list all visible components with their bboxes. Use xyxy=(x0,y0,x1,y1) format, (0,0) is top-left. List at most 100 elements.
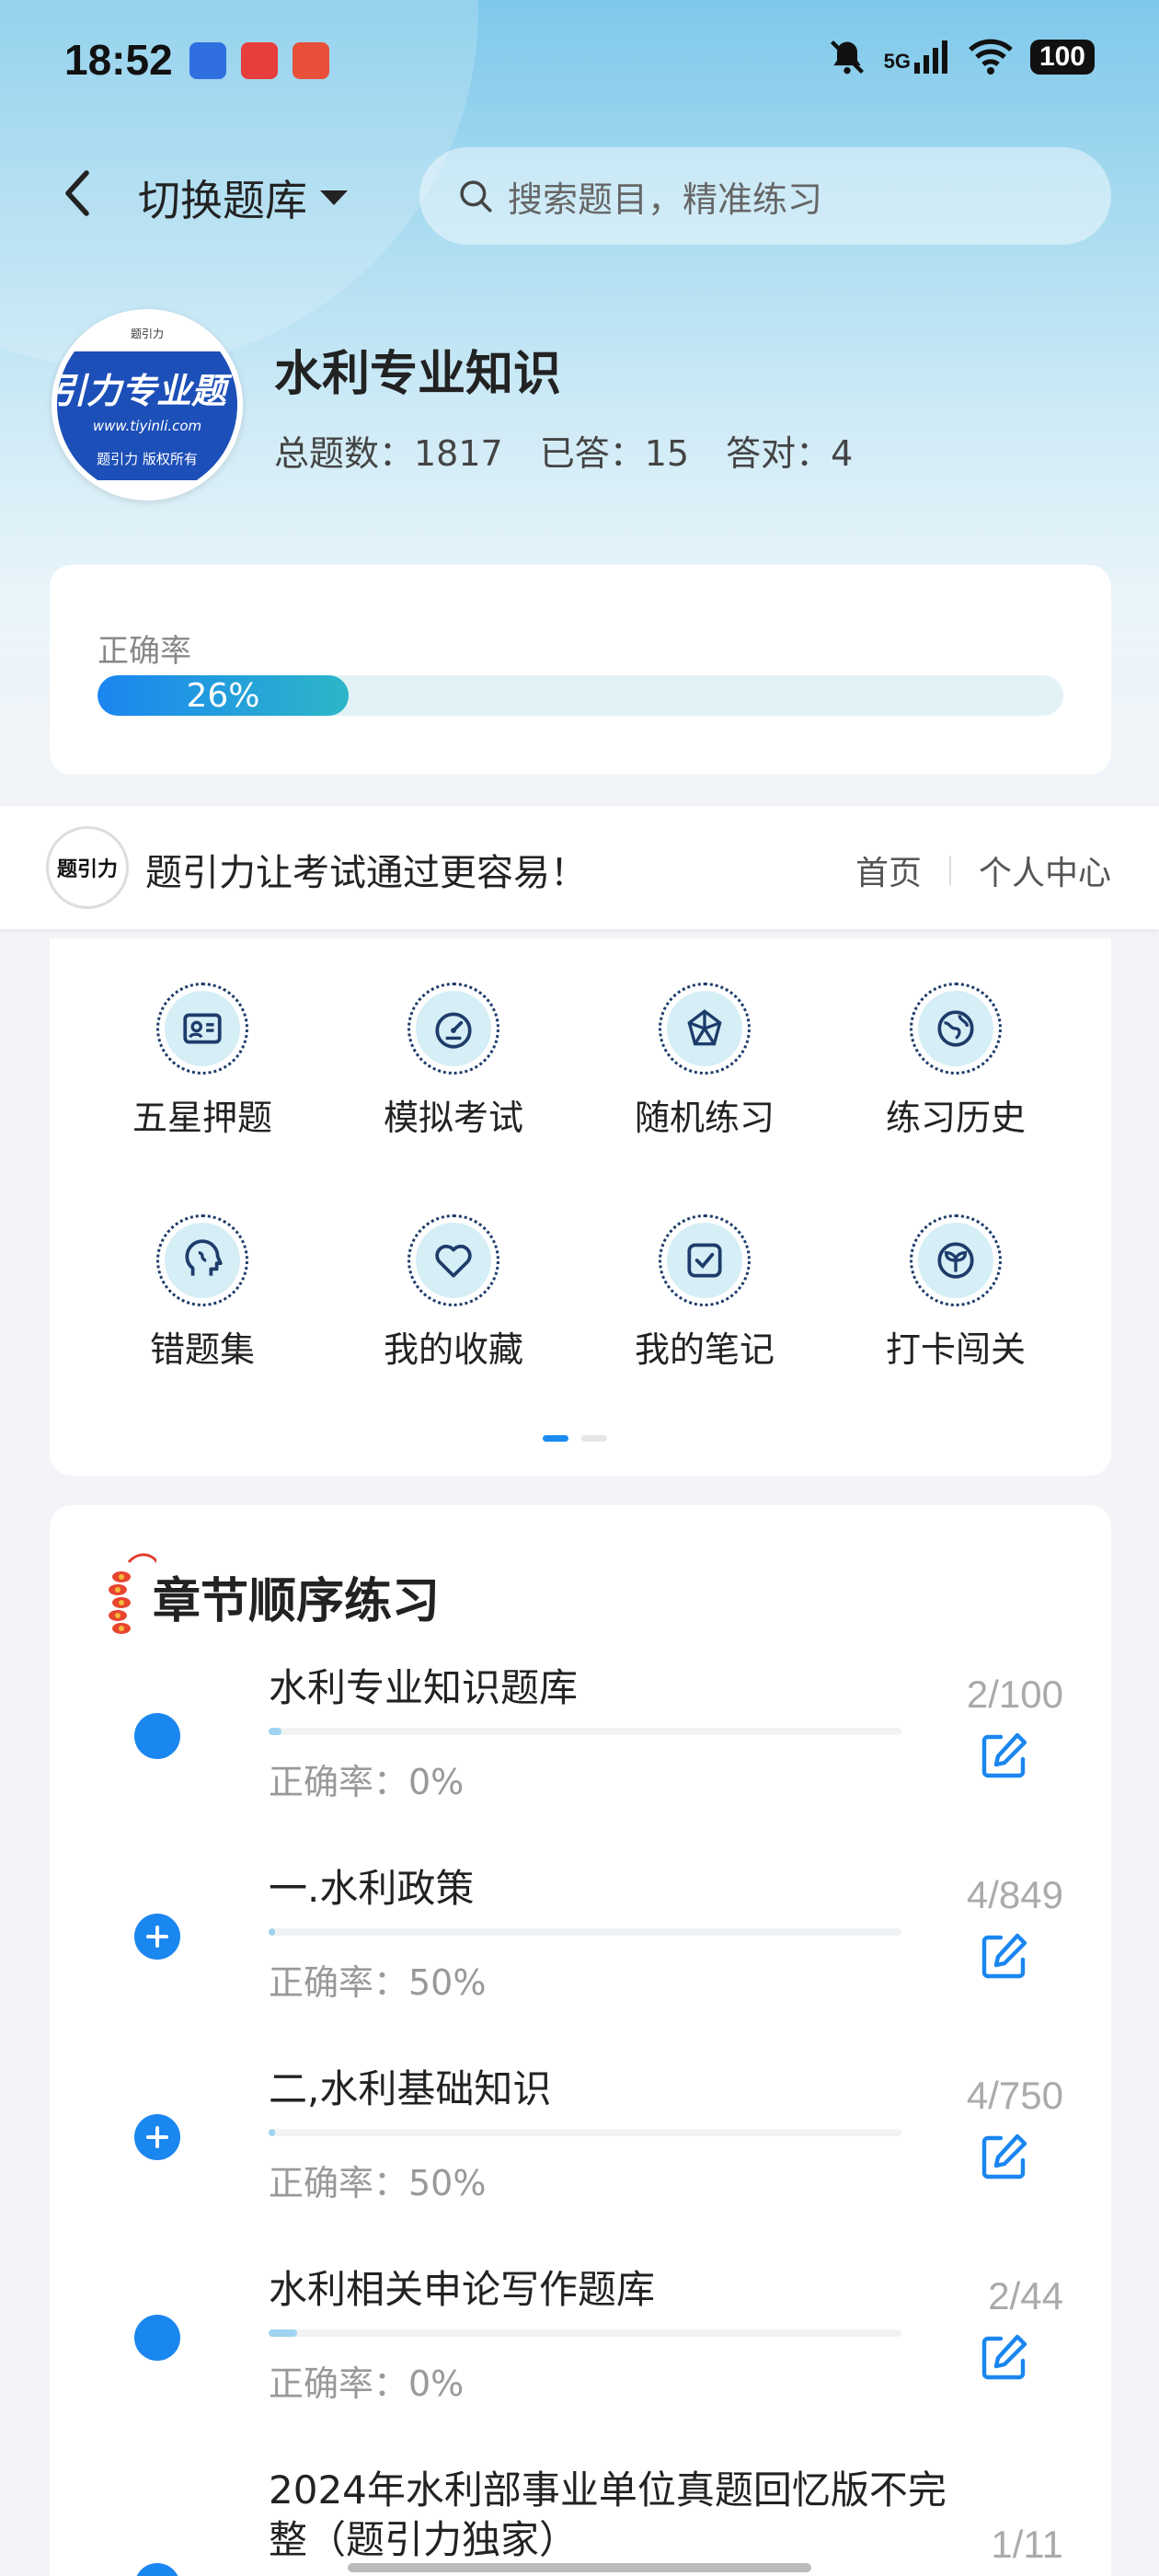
note-check-icon xyxy=(659,1214,751,1306)
grid-item-checkin[interactable]: 打卡闯关 xyxy=(864,1214,1048,1372)
chapter-progress-fill xyxy=(269,2129,275,2136)
chapter-progress-track xyxy=(269,2129,901,2136)
search-placeholder: 搜索题目，精准练习 xyxy=(508,178,823,220)
home-indicator[interactable] xyxy=(348,2563,811,2572)
back-button[interactable] xyxy=(52,166,107,221)
function-grid-card: 五星押题 模拟考试 随机练习 练习历史 错题集 我的收藏 我的笔记 打卡闯关 xyxy=(50,938,1111,1476)
chapter-count: 4/849 xyxy=(966,1873,1063,1916)
edit-icon[interactable] xyxy=(979,2331,1030,2383)
search-icon xyxy=(460,180,492,213)
wifi-icon xyxy=(969,39,1013,75)
grid-item-notes[interactable]: 我的笔记 xyxy=(613,1214,797,1372)
plus-circle-icon xyxy=(134,1914,180,1960)
accuracy-card: 正确率 26% xyxy=(50,565,1111,775)
promo-banner: 题引力 题引力让考试通过更容易！ 首页 个人中心 xyxy=(0,806,1159,929)
chapter-progress-fill xyxy=(269,1928,275,1936)
switch-bank-dropdown[interactable]: 切换题库 xyxy=(138,167,350,228)
dot-icon xyxy=(134,2563,180,2576)
chapter-practice-card: 章节顺序练习 水利专业知识题库 正确率：0% 2/100 一.水利政策 正确率：… xyxy=(50,1505,1111,2576)
page-indicator xyxy=(543,1435,607,1442)
answered-count: 已答：15 xyxy=(539,433,690,474)
chapter-count: 1/11 xyxy=(991,2523,1063,2566)
chapter-count: 2/44 xyxy=(988,2274,1063,2317)
leaf-icon xyxy=(910,1214,1002,1306)
dot-icon xyxy=(134,2315,180,2361)
accuracy-value: 26% xyxy=(186,676,260,715)
grid-item-wrong-questions[interactable]: 错题集 xyxy=(110,1214,294,1372)
chapter-name: 水利相关申论写作题库 xyxy=(269,2267,656,2312)
grid-item-history[interactable]: 练习历史 xyxy=(864,983,1048,1140)
chapter-name: 二,水利基础知识 xyxy=(269,2066,552,2111)
network-label: 5G xyxy=(884,40,951,74)
chapter-row[interactable]: 水利相关申论写作题库 正确率：0% 2/44 xyxy=(50,2265,1111,2466)
link-divider xyxy=(948,856,951,885)
grid-item-label: 五星押题 xyxy=(132,1098,272,1138)
grid-item-label: 错题集 xyxy=(149,1329,255,1370)
status-right: 5G 100 xyxy=(827,37,1095,77)
page-dot-active xyxy=(543,1435,568,1442)
chevron-left-icon xyxy=(65,170,89,216)
chapter-count: 4/750 xyxy=(966,2074,1063,2117)
chapter-count: 2/100 xyxy=(966,1673,1063,1716)
edit-icon[interactable] xyxy=(979,1730,1030,1781)
edit-icon[interactable] xyxy=(979,1930,1030,1982)
caret-down-icon xyxy=(320,190,348,205)
bank-title: 水利专业知识 xyxy=(274,347,562,402)
chapter-row[interactable]: 水利专业知识题库 正确率：0% 2/100 xyxy=(50,1663,1111,1864)
bank-stats: 总题数：1817 已答：15 答对：4 xyxy=(274,425,853,476)
grid-item-label: 打卡闯关 xyxy=(885,1329,1026,1370)
chapter-progress-fill xyxy=(269,2329,297,2337)
status-bar: 18:52 5G 100 xyxy=(0,0,1159,129)
switch-bank-label: 切换题库 xyxy=(138,176,307,225)
banner-slogan: 题引力让考试通过更容易！ xyxy=(145,852,587,894)
chapter-progress-track xyxy=(269,2329,901,2337)
chapter-name: 一.水利政策 xyxy=(269,1866,475,1911)
home-link[interactable]: 首页 xyxy=(855,846,922,894)
profile-link[interactable]: 个人中心 xyxy=(979,846,1111,894)
plus-circle-icon xyxy=(134,2114,180,2160)
accuracy-progress-track: 26% xyxy=(98,675,1063,716)
chapter-progress-track xyxy=(269,1928,901,1936)
chapter-name: 2024年水利部事业单位真题回忆版不完整（题引力独家） xyxy=(269,2467,947,2562)
chapter-progress-fill xyxy=(269,1728,281,1735)
accuracy-progress-fill: 26% xyxy=(98,675,349,716)
correct-count: 答对：4 xyxy=(726,433,854,474)
brand-logo: 题引力 xyxy=(46,826,129,909)
bank-logo: 题引力 引力专业题 www.tiyinli.com 题引力 版权所有 xyxy=(52,309,243,500)
heart-icon xyxy=(407,1214,499,1306)
chapter-accuracy: 正确率：0% xyxy=(269,2363,465,2404)
speedometer-icon xyxy=(407,983,499,1075)
app-notification-icon xyxy=(241,42,278,79)
chapter-accuracy: 正确率：50% xyxy=(269,2163,487,2203)
chapter-name: 水利专业知识题库 xyxy=(269,1665,579,1710)
bank-logo-owner: 题引力 版权所有 xyxy=(97,451,198,467)
chapter-row[interactable]: 二,水利基础知识 正确率：50% 4/750 xyxy=(50,2064,1111,2265)
grid-item-label: 我的笔记 xyxy=(634,1329,775,1370)
status-time: 18:52 xyxy=(64,36,173,84)
grid-item-label: 我的收藏 xyxy=(383,1329,523,1370)
bank-logo-text: 引力专业题 xyxy=(52,371,227,411)
total-count: 总题数：1817 xyxy=(274,433,503,474)
page-dot xyxy=(581,1435,607,1442)
chapter-row[interactable]: 一.水利政策 正确率：50% 4/849 xyxy=(50,1864,1111,2064)
grid-item-label: 练习历史 xyxy=(885,1098,1026,1138)
edit-icon[interactable] xyxy=(979,2131,1030,2182)
chapter-accuracy: 正确率：0% xyxy=(269,1762,465,1802)
grid-item-mock-exam[interactable]: 模拟考试 xyxy=(361,983,545,1140)
grid-item-favorites[interactable]: 我的收藏 xyxy=(361,1214,545,1372)
id-card-icon xyxy=(156,983,248,1075)
grid-item-random-practice[interactable]: 随机练习 xyxy=(613,983,797,1140)
search-input[interactable]: 搜索题目，精准练习 xyxy=(419,147,1111,245)
head-icon xyxy=(156,1214,248,1306)
chapter-progress-track xyxy=(269,1728,901,1735)
grid-item-label: 随机练习 xyxy=(634,1098,775,1138)
bell-muted-icon xyxy=(830,40,864,75)
firecracker-icon xyxy=(109,1553,156,1634)
globe-icon xyxy=(910,983,1002,1075)
app-notification-icon xyxy=(189,42,226,79)
grid-item-five-star[interactable]: 五星押题 xyxy=(110,983,294,1140)
dot-icon xyxy=(134,1713,180,1759)
chapter-row[interactable]: 2024年水利部事业单位真题回忆版不完整（题引力独家） 1/11 xyxy=(50,2466,1111,2576)
chapter-accuracy: 正确率：50% xyxy=(269,1962,487,2003)
app-notification-icon xyxy=(293,42,329,79)
